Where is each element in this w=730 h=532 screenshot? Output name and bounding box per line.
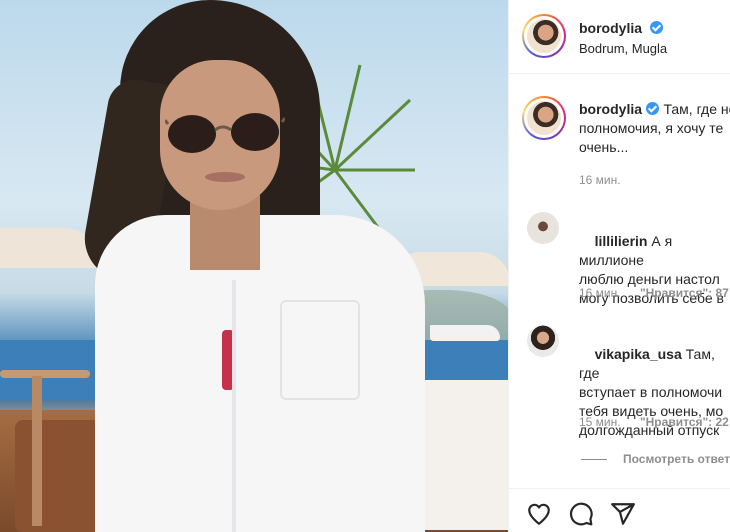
comment-icon[interactable]: [568, 501, 594, 527]
avatar: [527, 19, 561, 53]
author-avatar[interactable]: [522, 14, 566, 58]
white-shirt: [95, 215, 425, 532]
sun-loungers: [415, 380, 508, 530]
comment-time[interactable]: 16 мин.: [579, 286, 621, 300]
view-replies-button[interactable]: Посмотреть ответ: [623, 452, 730, 466]
comment-meta: 15 мин. "Нравится": 22: [579, 415, 729, 429]
table-top: [0, 370, 90, 378]
yacht: [430, 325, 500, 341]
comment-time[interactable]: 15 мин.: [579, 415, 621, 429]
post-actions-bar: [509, 488, 730, 532]
comment-meta: 16 мин. "Нравится": 87: [579, 286, 729, 300]
author-username[interactable]: borodylia: [579, 20, 642, 36]
caption-avatar[interactable]: [522, 96, 566, 140]
commenter-avatar[interactable]: [527, 325, 559, 357]
post-header: borodylia Bodrum, Mugla: [509, 0, 730, 74]
commenter-avatar[interactable]: [527, 212, 559, 244]
comment-item: lillilierin А я миллионе люблю деньги на…: [579, 213, 730, 327]
post-side-panel: borodylia Bodrum, Mugla borodylia Там, г…: [508, 0, 730, 532]
caption-username[interactable]: borodylia: [579, 101, 642, 117]
share-icon[interactable]: [610, 501, 636, 527]
replies-divider: [581, 459, 607, 460]
shirt-placket: [232, 280, 236, 532]
heart-icon[interactable]: [526, 501, 552, 527]
table-leg: [32, 376, 42, 526]
caption-text-first: Там, где не: [663, 101, 730, 117]
verified-badge-icon: [646, 102, 660, 115]
shirt-pocket: [280, 300, 360, 400]
caption-text-rest: полномочия, я хочу те очень...: [579, 120, 724, 155]
post-photo[interactable]: [0, 0, 508, 532]
lips: [205, 172, 245, 182]
caption: borodylia Там, где не: [579, 100, 730, 119]
sunglasses: [165, 113, 285, 153]
post-location[interactable]: Bodrum, Mugla: [579, 41, 667, 56]
comment-likes[interactable]: "Нравится": 87: [640, 286, 729, 300]
caption-time[interactable]: 16 мин.: [579, 173, 621, 187]
avatar: [527, 101, 561, 135]
comment-username[interactable]: vikapika_usa: [595, 346, 682, 362]
comment-item: vikapika_usa Там, где вступает в полномо…: [579, 326, 730, 459]
comment-username[interactable]: lillilierin: [595, 233, 648, 249]
verified-badge-icon: [650, 21, 664, 34]
comment-likes[interactable]: "Нравится": 22: [640, 415, 729, 429]
